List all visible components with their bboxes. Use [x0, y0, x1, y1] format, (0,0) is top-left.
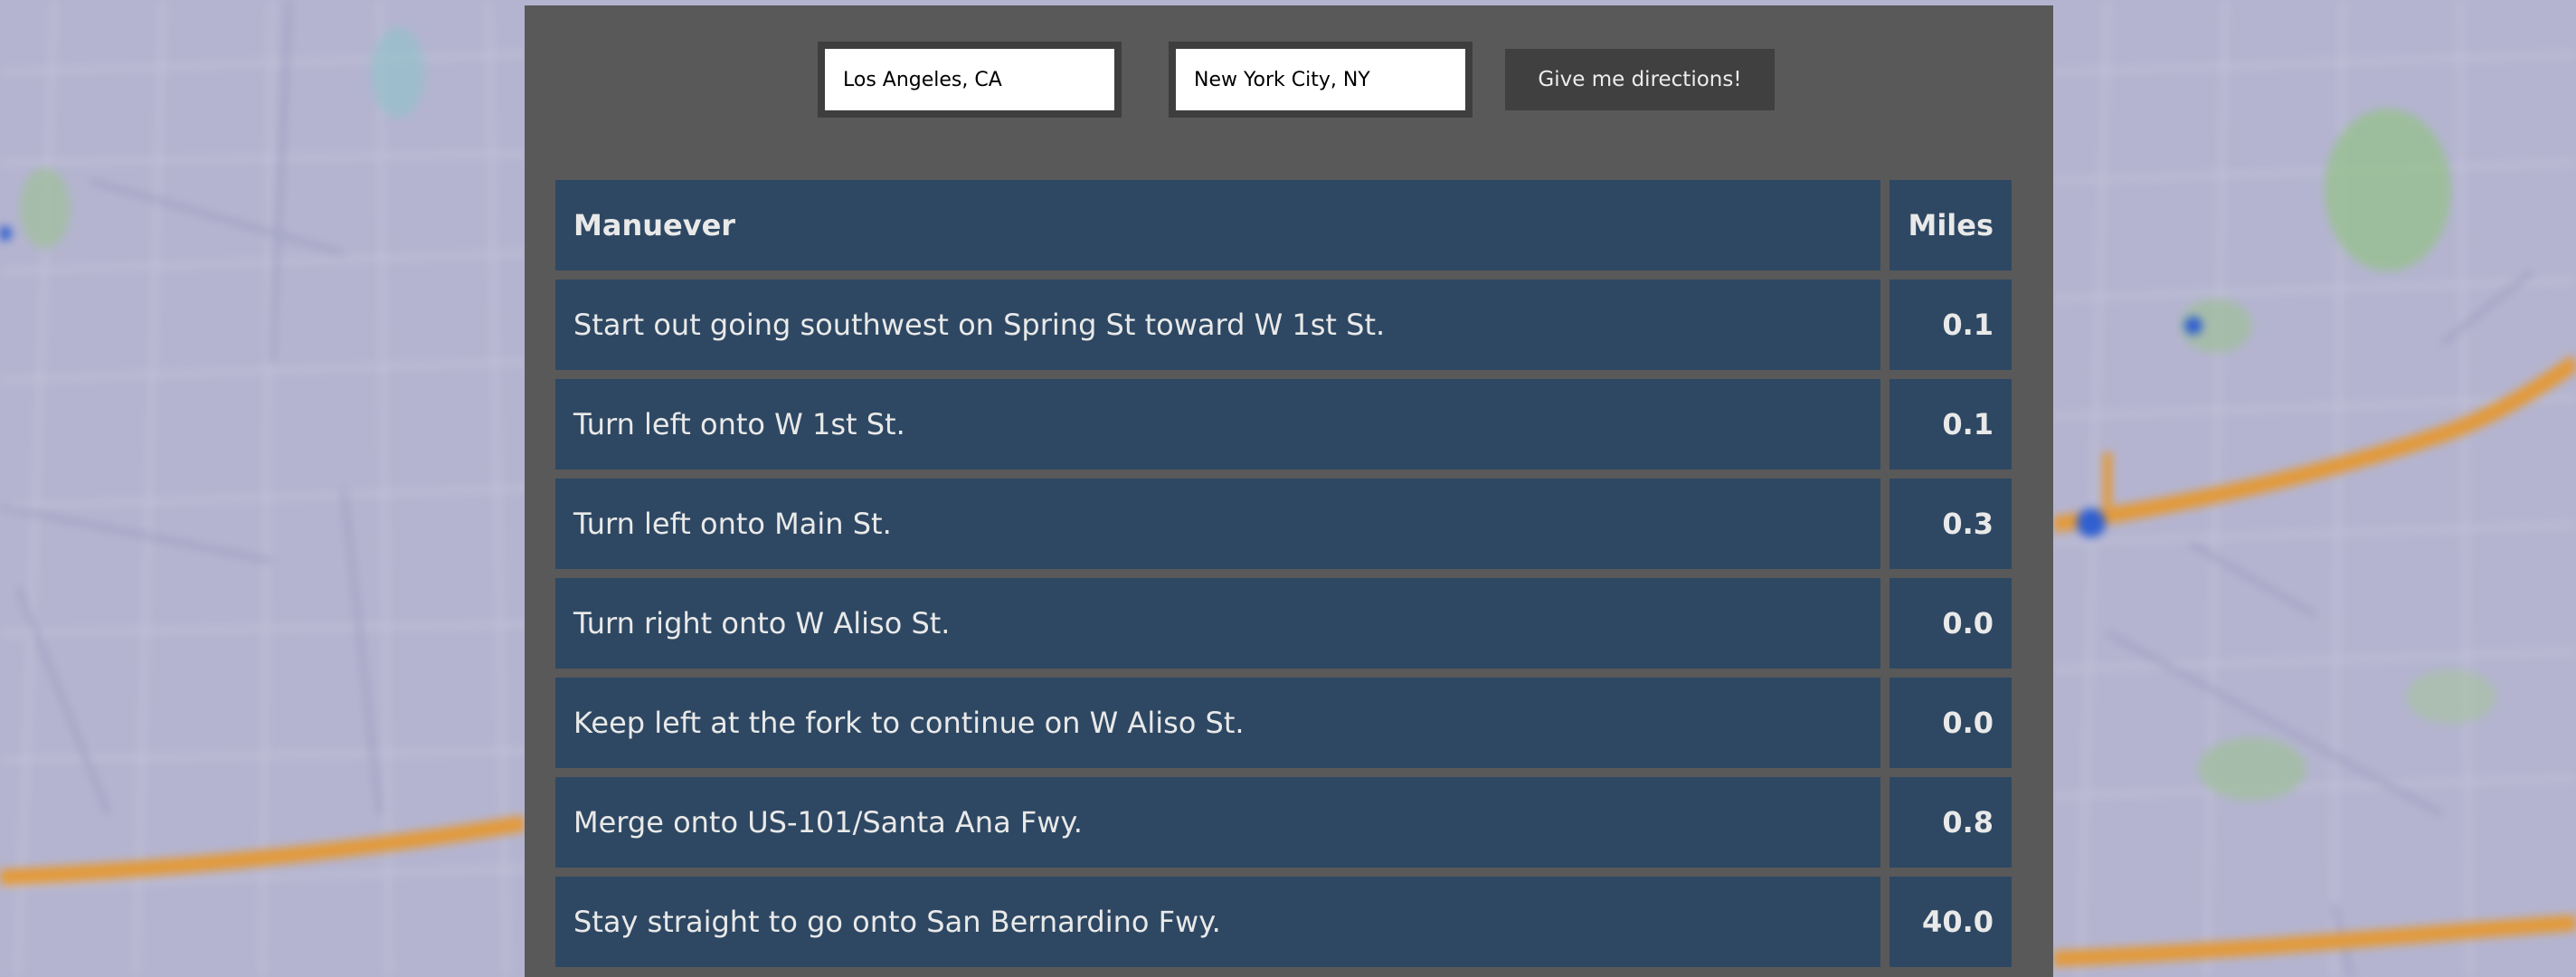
- miles-cell: 0.1: [1889, 280, 2012, 370]
- table-row: Start out going southwest on Spring St t…: [555, 280, 2012, 370]
- table-row: Turn left onto W 1st St. 0.1: [555, 379, 2012, 470]
- table-row: Stay straight to go onto San Bernardino …: [555, 877, 2012, 967]
- maneuver-cell: Start out going southwest on Spring St t…: [555, 280, 1881, 370]
- table-row: Turn left onto Main St. 0.3: [555, 479, 2012, 569]
- maneuver-cell: Turn left onto W 1st St.: [555, 379, 1881, 470]
- maneuver-cell: Turn right onto W Aliso St.: [555, 578, 1881, 669]
- maneuver-cell: Stay straight to go onto San Bernardino …: [555, 877, 1881, 967]
- miles-cell: 0.0: [1889, 578, 2012, 669]
- maneuver-cell: Merge onto US-101/Santa Ana Fwy.: [555, 777, 1881, 868]
- miles-cell: 0.1: [1889, 379, 2012, 470]
- miles-cell: 0.0: [1889, 678, 2012, 768]
- miles-cell: 0.8: [1889, 777, 2012, 868]
- table-row: Turn right onto W Aliso St. 0.0: [555, 578, 2012, 669]
- miles-cell: 0.3: [1889, 479, 2012, 569]
- miles-column-header: Miles: [1889, 180, 2012, 270]
- miles-cell: 40.0: [1889, 877, 2012, 967]
- table-row: Merge onto US-101/Santa Ana Fwy. 0.8: [555, 777, 2012, 868]
- maneuver-cell: Keep left at the fork to continue on W A…: [555, 678, 1881, 768]
- search-bar: Give me directions!: [525, 38, 2053, 123]
- directions-table: Manuever Miles Start out going southwest…: [546, 171, 2021, 976]
- maneuver-cell: Turn left onto Main St.: [555, 479, 1881, 569]
- destination-input[interactable]: [1176, 49, 1447, 110]
- table-row: Keep left at the fork to continue on W A…: [555, 678, 2012, 768]
- destination-field-wrapper: [1169, 42, 1473, 118]
- get-directions-button[interactable]: Give me directions!: [1505, 49, 1775, 110]
- origin-field-wrapper: [818, 42, 1122, 118]
- table-header-row: Manuever Miles: [555, 180, 2012, 270]
- origin-input[interactable]: [825, 49, 1096, 110]
- directions-panel: Give me directions! Manuever Miles Start…: [525, 5, 2053, 977]
- maneuver-column-header: Manuever: [555, 180, 1881, 270]
